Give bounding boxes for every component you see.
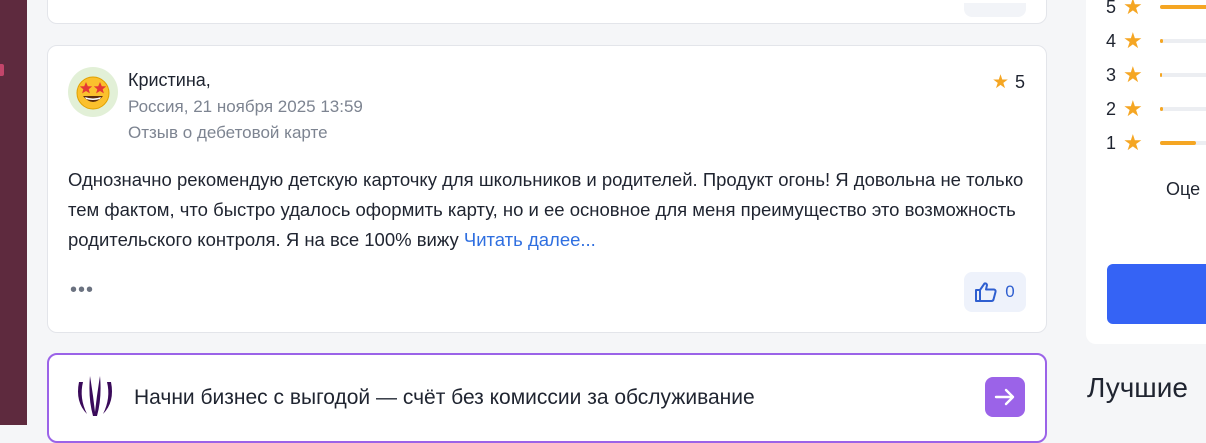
star-icon: ★ [1123,130,1143,155]
left-edge-strip [0,0,27,425]
star-icon: ★ [1123,0,1143,19]
left-edge-marker [0,64,4,76]
rate-button[interactable] [1107,264,1206,324]
star-icon: ★ [991,72,1009,93]
rating-bar-fill [1160,73,1163,77]
star-icon: ★ [1123,96,1143,121]
rating-bar-track [1160,107,1206,111]
previous-review-card [47,0,1047,24]
rating-bar-track [1160,73,1206,77]
best-section-heading: Лучшие [1087,372,1188,403]
star-struck-emoji-icon [76,76,110,110]
rating-row-number: 5 [1106,0,1117,17]
bank-logo-icon [78,376,112,416]
rating-row-number: 2 [1106,98,1117,119]
review-rating: ★ 5 [992,72,1025,93]
ad-arrow-button[interactable] [985,377,1025,417]
avatar [68,67,118,117]
rate-label: Оце [1166,179,1201,199]
rating-row-number: 1 [1106,132,1117,153]
rating-bar-track [1160,141,1206,145]
rating-row-3: 3 ★ [1106,62,1206,87]
more-options-button[interactable]: ••• [70,280,94,300]
like-button[interactable]: 0 [964,272,1026,312]
ad-banner[interactable]: Начни бизнес с выгодой — счёт без комисс… [47,353,1047,443]
read-more-link[interactable]: Читать далее... [464,229,596,250]
rating-row-1: 1 ★ [1106,130,1206,155]
ad-text: Начни бизнес с выгодой — счёт без комисс… [134,386,755,409]
rating-value: 5 [1014,72,1025,92]
rating-bar-fill [1160,141,1196,145]
rating-row-2: 2 ★ [1106,96,1206,121]
review-product-type: Отзыв о дебетовой карте [128,123,328,142]
author-name: Кристина, [128,70,211,90]
rating-bar-fill [1160,107,1164,111]
rating-row-number: 4 [1106,30,1117,51]
rating-row-4: 4 ★ [1106,28,1206,53]
rating-bar-fill [1160,39,1164,43]
arrow-right-icon [994,388,1015,406]
rating-summary-card: 5 ★ 4 ★ 3 ★ 2 ★ 1 ★ Оце [1086,0,1206,344]
rating-bar-track [1160,5,1206,9]
review-location-date: Россия, 21 ноября 2025 13:59 [128,97,363,116]
review-card: Кристина, Россия, 21 ноября 2025 13:59 О… [47,45,1047,333]
previous-like-button[interactable] [964,3,1026,17]
star-icon: ★ [1123,28,1143,53]
rating-row-5: 5 ★ [1106,0,1206,19]
rating-row-number: 3 [1106,64,1117,85]
thumbs-up-icon [975,282,997,302]
rating-bar-track [1160,39,1206,43]
like-count: 0 [1005,282,1015,301]
star-icon: ★ [1123,62,1143,87]
review-text-block: Однозначно рекомендую детскую карточку д… [68,165,1028,255]
rating-bar-fill [1160,5,1206,9]
